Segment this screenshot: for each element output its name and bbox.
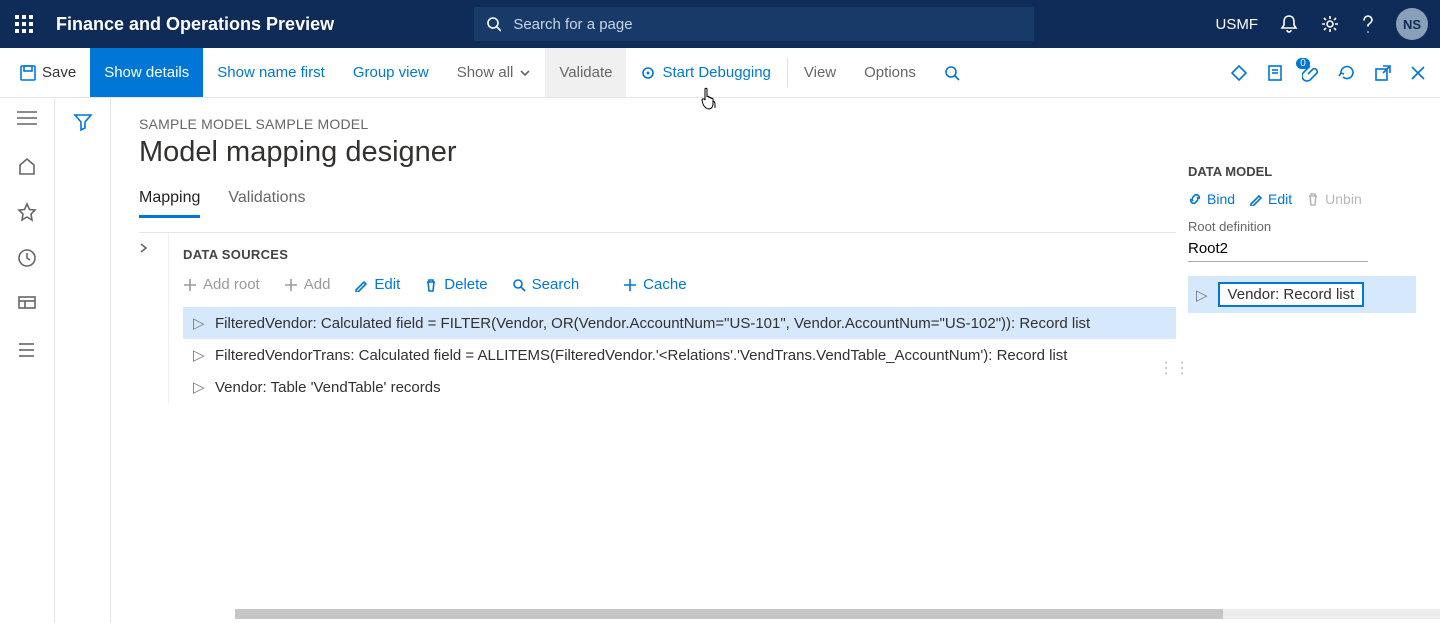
- waffle-icon: [15, 15, 33, 33]
- company-code[interactable]: USMF: [1216, 16, 1259, 33]
- breadcrumb: SAMPLE MODEL SAMPLE MODEL: [139, 116, 1176, 132]
- splitter-handle[interactable]: ⋮⋮: [1158, 358, 1190, 378]
- validate-button[interactable]: Validate: [545, 48, 626, 97]
- chevron-right-icon: ▷: [193, 378, 203, 396]
- ds-row-label: FilteredVendor: Calculated field = FILTE…: [215, 315, 1090, 332]
- expand-gutter[interactable]: [139, 233, 169, 403]
- dm-edit-label: Edit: [1268, 191, 1292, 207]
- chevron-right-icon: ▷: [1196, 286, 1208, 304]
- search-input[interactable]: [511, 15, 1022, 34]
- start-debugging-button[interactable]: Start Debugging: [626, 48, 784, 97]
- scrollbar-thumb[interactable]: [235, 609, 1223, 619]
- delete-label: Delete: [444, 276, 487, 293]
- show-name-first-button[interactable]: Show name first: [203, 48, 339, 97]
- workspace-icon[interactable]: [17, 294, 37, 314]
- search-label: Search: [532, 276, 580, 293]
- find-button[interactable]: [930, 48, 974, 97]
- data-model-header: DATA MODEL: [1188, 164, 1416, 179]
- options-menu[interactable]: Options: [850, 48, 930, 97]
- ds-row-filtered-vendor[interactable]: ▷ FilteredVendor: Calculated field = FIL…: [183, 307, 1176, 339]
- search-button[interactable]: Search: [512, 276, 580, 293]
- search-icon: [512, 278, 526, 292]
- pencil-icon: [354, 278, 368, 292]
- save-label: Save: [42, 64, 76, 81]
- start-debugging-label: Start Debugging: [662, 64, 770, 81]
- show-all-label: Show all: [457, 64, 514, 81]
- delete-button[interactable]: Delete: [424, 276, 487, 293]
- sheet-icon[interactable]: [1266, 64, 1284, 82]
- tab-mapping[interactable]: Mapping: [139, 189, 200, 218]
- star-icon[interactable]: [17, 202, 37, 222]
- bind-label: Bind: [1207, 191, 1235, 207]
- dm-edit-button[interactable]: Edit: [1249, 191, 1292, 207]
- ds-row-label: Vendor: Table 'VendTable' records: [215, 379, 441, 396]
- left-rail: [0, 98, 55, 623]
- data-sources-header: DATA SOURCES: [183, 247, 1176, 262]
- debug-icon: [640, 65, 656, 81]
- add-root-label: Add root: [203, 276, 260, 293]
- root-definition-input[interactable]: [1188, 236, 1368, 262]
- help-icon[interactable]: [1362, 14, 1374, 34]
- ds-row-filtered-vendor-trans[interactable]: ▷ FilteredVendorTrans: Calculated field …: [183, 339, 1176, 371]
- unbind-button: Unbin: [1306, 191, 1362, 207]
- add-root-button[interactable]: Add root: [183, 276, 260, 293]
- brand-title: Finance and Operations Preview: [56, 14, 334, 35]
- refresh-icon[interactable]: [1338, 64, 1356, 82]
- cache-button[interactable]: Cache: [623, 276, 686, 293]
- save-button[interactable]: Save: [0, 48, 90, 97]
- search-icon: [944, 65, 960, 81]
- link-icon: [1188, 192, 1202, 206]
- diamond-icon[interactable]: [1230, 64, 1248, 82]
- show-all-dropdown[interactable]: Show all: [443, 48, 546, 97]
- recent-icon[interactable]: [17, 248, 37, 268]
- chevron-right-icon: [139, 243, 149, 253]
- hamburger-icon[interactable]: [17, 110, 37, 126]
- group-view-button[interactable]: Group view: [339, 48, 443, 97]
- global-search[interactable]: [474, 7, 1034, 41]
- app-launcher[interactable]: [0, 0, 48, 48]
- trash-icon: [1306, 192, 1320, 206]
- avatar[interactable]: NS: [1396, 8, 1428, 40]
- add-button[interactable]: Add: [284, 276, 331, 293]
- tab-validations[interactable]: Validations: [228, 189, 305, 218]
- popup-icon[interactable]: [1374, 64, 1392, 82]
- chevron-right-icon: ▷: [193, 314, 203, 332]
- gear-icon[interactable]: [1320, 14, 1340, 34]
- ds-row-vendor[interactable]: ▷ Vendor: Table 'VendTable' records: [183, 371, 1176, 403]
- close-icon[interactable]: [1410, 65, 1426, 81]
- edit-button[interactable]: Edit: [354, 276, 400, 293]
- badge-count: 0: [1296, 58, 1310, 69]
- edit-label: Edit: [374, 276, 400, 293]
- modules-icon[interactable]: [17, 340, 37, 360]
- dm-node-vendor[interactable]: ▷ Vendor: Record list: [1188, 276, 1416, 313]
- home-icon[interactable]: [17, 156, 37, 176]
- filter-icon: [73, 112, 93, 132]
- attachments-button[interactable]: 0: [1302, 64, 1320, 82]
- filter-pane-toggle[interactable]: [55, 98, 111, 623]
- add-label: Add: [304, 276, 331, 293]
- pencil-icon: [1249, 192, 1263, 206]
- search-icon: [486, 16, 501, 32]
- root-definition-label: Root definition: [1188, 219, 1416, 234]
- show-details-button[interactable]: Show details: [90, 48, 203, 97]
- bind-button[interactable]: Bind: [1188, 191, 1235, 207]
- cache-label: Cache: [643, 276, 686, 293]
- chevron-down-icon: [519, 67, 531, 79]
- plus-icon: [183, 278, 197, 292]
- plus-icon: [284, 278, 298, 292]
- horizontal-scrollbar[interactable]: [235, 609, 1440, 619]
- plus-icon: [623, 278, 637, 292]
- page-title: Model mapping designer: [139, 136, 1176, 169]
- dm-node-label: Vendor: Record list: [1218, 282, 1365, 307]
- chevron-right-icon: ▷: [193, 346, 203, 364]
- unbind-label: Unbin: [1325, 191, 1362, 207]
- save-icon: [20, 65, 36, 81]
- trash-icon: [424, 278, 438, 292]
- bell-icon[interactable]: [1280, 14, 1298, 34]
- ds-row-label: FilteredVendorTrans: Calculated field = …: [215, 347, 1067, 364]
- view-menu[interactable]: View: [790, 48, 850, 97]
